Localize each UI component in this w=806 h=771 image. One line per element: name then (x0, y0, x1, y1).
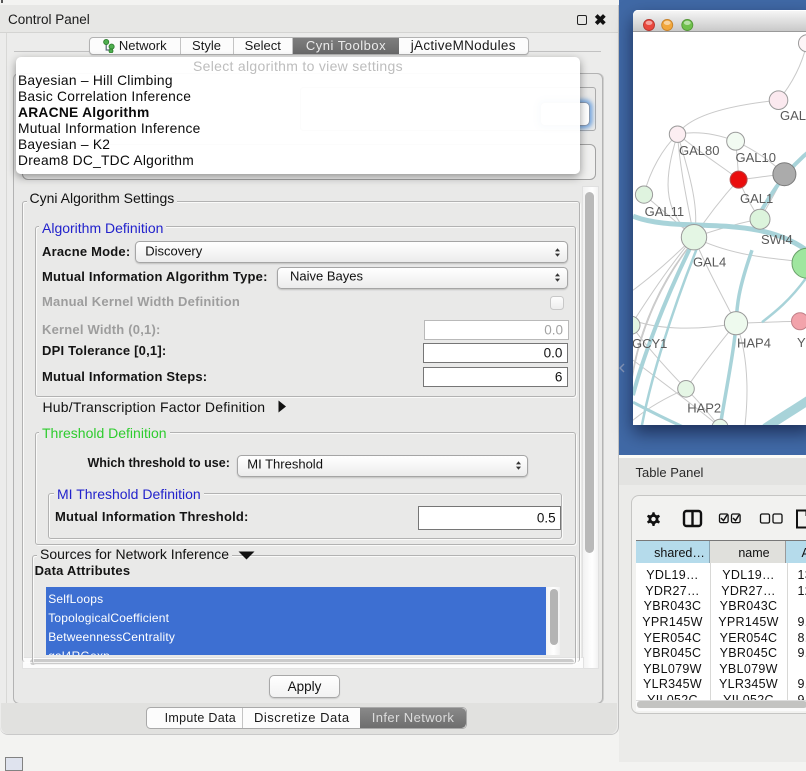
svg-text:Y: Y (797, 335, 806, 350)
svg-text:GAL1: GAL1 (740, 191, 773, 206)
svg-text:SWI4: SWI4 (761, 232, 793, 247)
svg-text:GAL80: GAL80 (679, 143, 719, 158)
svg-text:GCY1: GCY1 (633, 336, 667, 351)
svg-text:HAP4: HAP4 (737, 335, 771, 350)
svg-text:GAL11: GAL11 (645, 204, 685, 219)
svg-text:GAL: GAL (780, 108, 806, 123)
svg-text:GAL10: GAL10 (736, 150, 776, 165)
svg-text:HAP2: HAP2 (687, 400, 721, 415)
svg-text:GAL4: GAL4 (693, 254, 726, 269)
